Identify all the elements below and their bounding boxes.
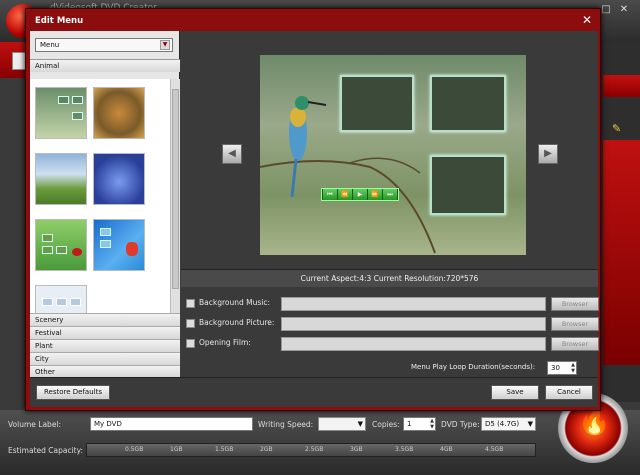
category-animal[interactable]: Animal bbox=[30, 59, 180, 72]
template-thumb-4[interactable] bbox=[93, 153, 145, 205]
template-thumb-7[interactable] bbox=[35, 285, 87, 313]
app-close-button[interactable]: ✕ bbox=[617, 4, 631, 16]
cancel-button[interactable]: Cancel bbox=[545, 385, 593, 400]
opening-film-browse-button[interactable]: Browser bbox=[551, 337, 599, 351]
template-thumb-1[interactable] bbox=[35, 87, 87, 139]
fast-forward-icon[interactable]: ⏩ bbox=[368, 189, 382, 200]
estimated-capacity-label: Estimated Capacity: bbox=[8, 446, 84, 455]
burn-flame-icon: 🔥 bbox=[578, 407, 611, 437]
template-thumbnails bbox=[30, 79, 170, 313]
left-panel-edge bbox=[0, 42, 26, 78]
copies-stepper[interactable]: 1 ▲ ▼ bbox=[403, 417, 436, 431]
category-city[interactable]: City bbox=[30, 352, 180, 365]
menu-type-select[interactable]: Menu ▼ bbox=[35, 38, 173, 52]
loop-duration-label: Menu Play Loop Duration(seconds): bbox=[411, 363, 536, 371]
dialog-close-button[interactable]: ✕ bbox=[582, 13, 592, 27]
menu-preview-slot bbox=[430, 155, 506, 215]
dialog-footer: Restore Defaults Save Cancel bbox=[30, 377, 598, 407]
dvd-type-select[interactable]: D5 (4.7G) ▼ bbox=[481, 417, 536, 431]
menu-preview-area: ◀ ▶ ⏮ ⏪ ▶ ⏩ ⏭ bbox=[181, 31, 598, 269]
capacity-tick: 1.5GB bbox=[215, 446, 234, 453]
capacity-tick: 0.5GB bbox=[125, 446, 144, 453]
category-festival[interactable]: Festival bbox=[30, 326, 180, 339]
capacity-tick: 3GB bbox=[350, 446, 363, 453]
capacity-tick: 1GB bbox=[170, 446, 183, 453]
preview-playback-controls[interactable]: ⏮ ⏪ ▶ ⏩ ⏭ bbox=[321, 188, 399, 201]
volume-label-input[interactable]: My DVD bbox=[90, 417, 253, 431]
opening-film-row: Opening Film: Browser bbox=[186, 337, 599, 351]
chevron-down-icon: ▼ bbox=[160, 40, 170, 50]
capacity-tick: 3.5GB bbox=[395, 446, 414, 453]
template-thumb-5[interactable] bbox=[35, 219, 87, 271]
background-music-path-input[interactable] bbox=[281, 297, 546, 311]
maximize-button[interactable]: □ bbox=[599, 4, 613, 16]
capacity-tick: 2GB bbox=[260, 446, 273, 453]
menu-options: Background Music: Browser Background Pic… bbox=[181, 287, 599, 377]
copies-label: Copies: bbox=[372, 420, 400, 429]
opening-film-label: Opening Film: bbox=[199, 338, 251, 347]
restore-defaults-button[interactable]: Restore Defaults bbox=[36, 385, 110, 400]
dialog-title: Edit Menu bbox=[35, 16, 84, 26]
writing-speed-select[interactable]: ▼ bbox=[318, 417, 366, 431]
background-music-row: Background Music: Browser bbox=[186, 297, 599, 311]
next-template-button[interactable]: ▶ bbox=[538, 144, 558, 164]
category-other[interactable]: Other bbox=[30, 365, 180, 377]
resolution-info: Current Aspect:4:3 Current Resolution:72… bbox=[181, 269, 598, 287]
template-thumb-3[interactable] bbox=[35, 153, 87, 205]
template-thumb-2[interactable] bbox=[93, 87, 145, 139]
edit-menu-dialog: Edit Menu ✕ Menu ▼ Animal Scenery Festiv… bbox=[25, 8, 601, 411]
dvd-type-label: DVD Type: bbox=[441, 420, 480, 429]
chevron-down-icon: ▼ bbox=[357, 420, 363, 428]
capacity-bar: 0.5GB 1GB 1.5GB 2GB 2.5GB 3GB 3.5GB 4GB 4.5GB bbox=[86, 443, 536, 457]
template-thumb-6[interactable] bbox=[93, 219, 145, 271]
background-picture-path-input[interactable] bbox=[281, 317, 546, 331]
loop-duration-stepper[interactable]: 30 ▲ ▼ bbox=[547, 361, 577, 375]
menu-preview-slot bbox=[340, 75, 414, 132]
writing-speed-label: Writing Speed: bbox=[258, 420, 314, 429]
right-panel-red-strip bbox=[603, 75, 640, 97]
capacity-tick: 2.5GB bbox=[305, 446, 324, 453]
background-picture-browse-button[interactable]: Browser bbox=[551, 317, 599, 331]
opening-film-path-input[interactable] bbox=[281, 337, 546, 351]
menu-preview-slot bbox=[430, 75, 506, 132]
edit-pencil-icon[interactable]: ✎ bbox=[612, 122, 621, 135]
background-picture-row: Background Picture: Browser bbox=[186, 317, 599, 331]
last-chapter-icon[interactable]: ⏭ bbox=[383, 189, 397, 200]
template-scrollbar[interactable] bbox=[170, 79, 180, 313]
category-plant[interactable]: Plant bbox=[30, 339, 180, 352]
category-scenery[interactable]: Scenery bbox=[30, 313, 180, 326]
play-icon[interactable]: ▶ bbox=[353, 189, 367, 200]
capacity-tick: 4.5GB bbox=[485, 446, 504, 453]
previous-template-button[interactable]: ◀ bbox=[222, 144, 242, 164]
background-picture-checkbox[interactable] bbox=[186, 319, 195, 328]
background-music-browse-button[interactable]: Browser bbox=[551, 297, 599, 311]
capacity-tick: 4GB bbox=[440, 446, 453, 453]
save-button[interactable]: Save bbox=[491, 385, 539, 400]
opening-film-checkbox[interactable] bbox=[186, 339, 195, 348]
menu-preview: ⏮ ⏪ ▶ ⏩ ⏭ bbox=[260, 55, 526, 255]
right-panel-red-block bbox=[603, 140, 640, 365]
first-chapter-icon[interactable]: ⏮ bbox=[323, 189, 337, 200]
background-music-checkbox[interactable] bbox=[186, 299, 195, 308]
chevron-down-icon: ▼ bbox=[527, 420, 533, 428]
background-picture-label: Background Picture: bbox=[199, 318, 275, 327]
background-music-label: Background Music: bbox=[199, 298, 270, 307]
template-panel: Menu ▼ Animal Scenery Festival Plant Cit… bbox=[30, 31, 180, 377]
rewind-icon[interactable]: ⏪ bbox=[338, 189, 352, 200]
volume-label: Volume Label: bbox=[8, 420, 62, 429]
